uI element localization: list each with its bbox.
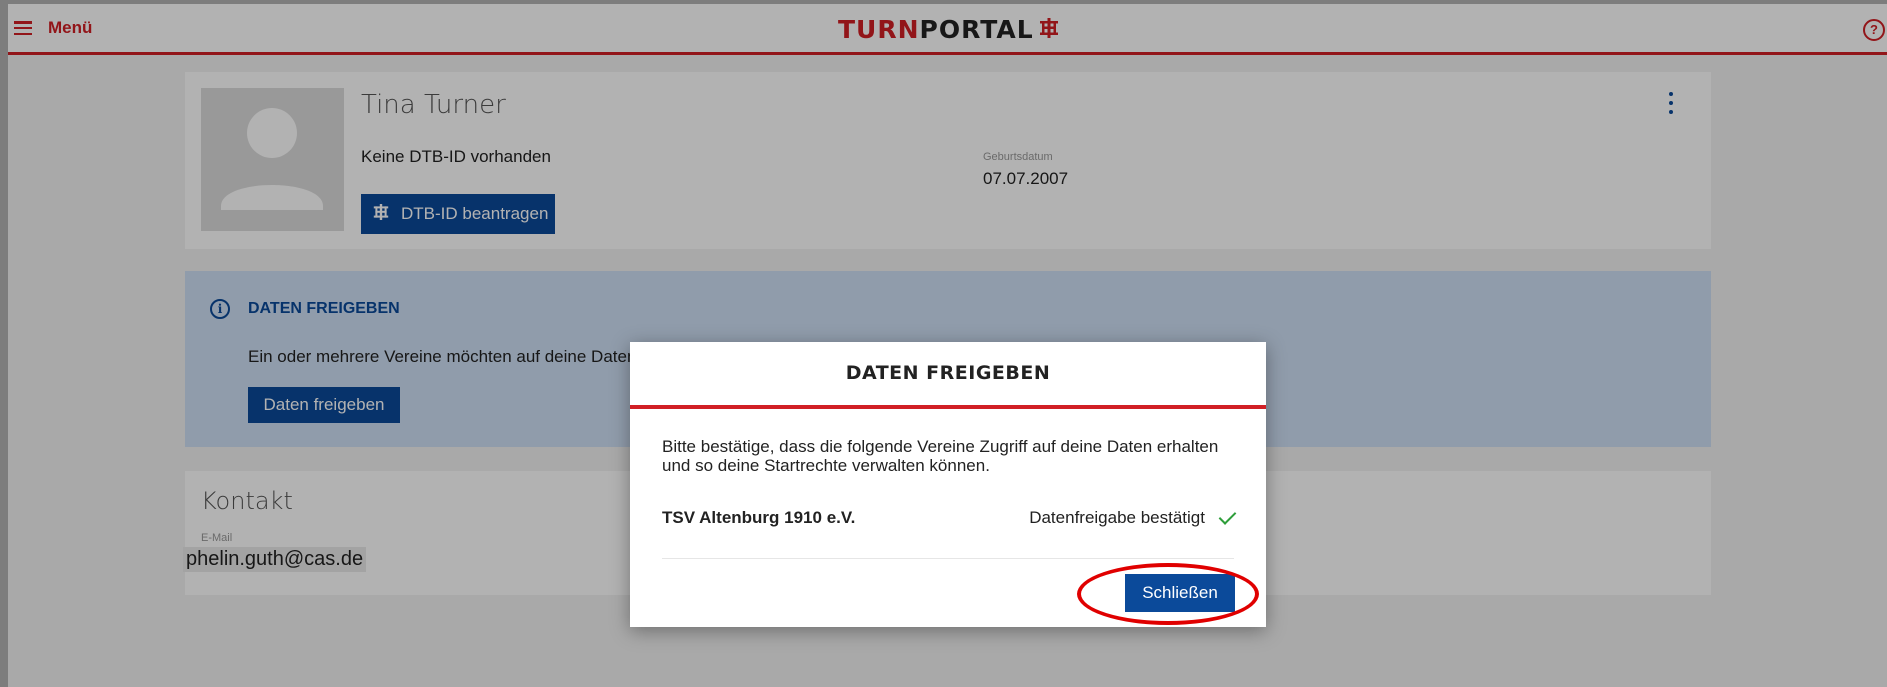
sharing-status-text: Datenfreigabe bestätigt <box>1029 508 1205 527</box>
dialog-title: DATEN FREIGEBEN <box>630 342 1266 409</box>
checkmark-icon <box>1218 507 1237 525</box>
dialog-text: Bitte bestätige, dass die folgende Verei… <box>662 437 1219 475</box>
club-name: TSV Altenburg 1910 e.V. <box>662 508 856 527</box>
dialog-divider <box>662 558 1234 559</box>
sharing-status: Datenfreigabe bestätigt <box>1029 507 1237 528</box>
highlight-circle <box>1077 563 1259 625</box>
